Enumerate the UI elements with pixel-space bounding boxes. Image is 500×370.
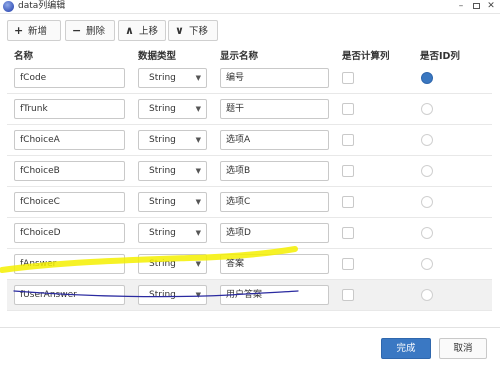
table-row: fTrunk String ▼ 题干 xyxy=(7,94,492,125)
app-icon xyxy=(3,1,14,12)
chevron-down-icon: ▼ xyxy=(195,229,201,237)
display-name-input[interactable]: 选项A xyxy=(220,130,329,150)
chevron-down-icon: ▼ xyxy=(195,167,201,175)
table-row: fChoiceD String ▼ 选项D xyxy=(7,218,492,249)
field-name-input[interactable]: fChoiceC xyxy=(14,192,125,212)
add-button-label: 新增 xyxy=(28,26,48,37)
data-type-select[interactable]: String ▼ xyxy=(138,285,207,305)
data-type-value: String xyxy=(149,166,176,176)
id-column-radio[interactable] xyxy=(421,103,433,115)
id-column-radio[interactable] xyxy=(421,258,433,270)
data-type-select[interactable]: String ▼ xyxy=(138,192,207,212)
move-up-button-label: 上移 xyxy=(139,26,159,37)
delete-button[interactable]: − 删除 xyxy=(65,20,115,41)
display-name-input[interactable]: 编号 xyxy=(220,68,329,88)
calculated-checkbox[interactable] xyxy=(342,134,354,146)
chevron-up-icon: ∧ xyxy=(125,24,134,37)
field-name-input[interactable]: fChoiceB xyxy=(14,161,125,181)
chevron-down-icon: ▼ xyxy=(195,260,201,268)
delete-button-label: 删除 xyxy=(86,26,106,37)
chevron-down-icon: ▼ xyxy=(195,74,201,82)
id-column-radio[interactable] xyxy=(421,165,433,177)
column-header-calculated: 是否计算列 xyxy=(342,51,390,62)
move-down-button[interactable]: ∨ 下移 xyxy=(168,20,218,41)
done-button[interactable]: 完成 xyxy=(381,338,431,359)
table-row: fAnswer String ▼ 答案 xyxy=(7,249,492,280)
data-type-value: String xyxy=(149,135,176,145)
window-title: data列编辑 xyxy=(18,1,66,11)
minus-icon: − xyxy=(72,24,82,37)
window-titlebar: data列编辑 – ✕ xyxy=(0,0,500,14)
field-name-input[interactable]: fAnswer xyxy=(14,254,125,274)
data-type-select[interactable]: String ▼ xyxy=(138,161,207,181)
display-name-input[interactable]: 用户答案 xyxy=(220,285,329,305)
cancel-button[interactable]: 取消 xyxy=(439,338,487,359)
display-name-input[interactable]: 选项B xyxy=(220,161,329,181)
move-up-button[interactable]: ∧ 上移 xyxy=(118,20,166,41)
maximize-button[interactable] xyxy=(470,1,482,12)
data-type-select[interactable]: String ▼ xyxy=(138,223,207,243)
data-type-value: String xyxy=(149,259,176,269)
display-name-input[interactable]: 答案 xyxy=(220,254,329,274)
data-type-select[interactable]: String ▼ xyxy=(138,254,207,274)
field-name-input[interactable]: fCode xyxy=(14,68,125,88)
calculated-checkbox[interactable] xyxy=(342,165,354,177)
column-header-id: 是否ID列 xyxy=(420,51,460,62)
column-header-name: 名称 xyxy=(14,51,34,62)
move-down-button-label: 下移 xyxy=(189,26,209,37)
field-name-input[interactable]: fChoiceA xyxy=(14,130,125,150)
calculated-checkbox[interactable] xyxy=(342,103,354,115)
display-name-input[interactable]: 题干 xyxy=(220,99,329,119)
calculated-checkbox[interactable] xyxy=(342,72,354,84)
field-name-input[interactable]: fUserAnswer xyxy=(14,285,125,305)
close-button[interactable]: ✕ xyxy=(485,1,497,12)
chevron-down-icon: ▼ xyxy=(195,136,201,144)
minimize-button[interactable]: – xyxy=(455,1,467,12)
display-name-input[interactable]: 选项D xyxy=(220,223,329,243)
maximize-icon xyxy=(472,3,480,9)
table-row-selected: fUserAnswer String ▼ 用户答案 xyxy=(7,280,492,311)
id-column-radio[interactable] xyxy=(421,289,433,301)
data-type-select[interactable]: String ▼ xyxy=(138,130,207,150)
calculated-checkbox[interactable] xyxy=(342,227,354,239)
column-header-display: 显示名称 xyxy=(220,51,259,62)
id-column-radio[interactable] xyxy=(421,72,433,84)
data-type-value: String xyxy=(149,290,176,300)
data-type-value: String xyxy=(149,228,176,238)
table-row: fChoiceC String ▼ 选项C xyxy=(7,187,492,218)
data-type-value: String xyxy=(149,73,176,83)
id-column-radio[interactable] xyxy=(421,196,433,208)
data-type-select[interactable]: String ▼ xyxy=(138,99,207,119)
id-column-radio[interactable] xyxy=(421,134,433,146)
id-column-radio[interactable] xyxy=(421,227,433,239)
calculated-checkbox[interactable] xyxy=(342,258,354,270)
add-button[interactable]: + 新增 xyxy=(7,20,61,41)
chevron-down-icon: ▼ xyxy=(195,198,201,206)
footer-divider xyxy=(0,327,500,328)
chevron-down-icon: ∨ xyxy=(175,24,184,37)
calculated-checkbox[interactable] xyxy=(342,196,354,208)
calculated-checkbox[interactable] xyxy=(342,289,354,301)
column-header-type: 数据类型 xyxy=(138,51,177,62)
data-type-select[interactable]: String ▼ xyxy=(138,68,207,88)
data-type-value: String xyxy=(149,197,176,207)
plus-icon: + xyxy=(14,24,24,37)
field-name-input[interactable]: fTrunk xyxy=(14,99,125,119)
table-row: fChoiceB String ▼ 选项B xyxy=(7,156,492,187)
chevron-down-icon: ▼ xyxy=(195,291,201,299)
display-name-input[interactable]: 选项C xyxy=(220,192,329,212)
data-type-value: String xyxy=(149,104,176,114)
table-row: fCode String ▼ 编号 xyxy=(7,63,492,94)
field-name-input[interactable]: fChoiceD xyxy=(14,223,125,243)
table-row: fChoiceA String ▼ 选项A xyxy=(7,125,492,156)
chevron-down-icon: ▼ xyxy=(195,105,201,113)
